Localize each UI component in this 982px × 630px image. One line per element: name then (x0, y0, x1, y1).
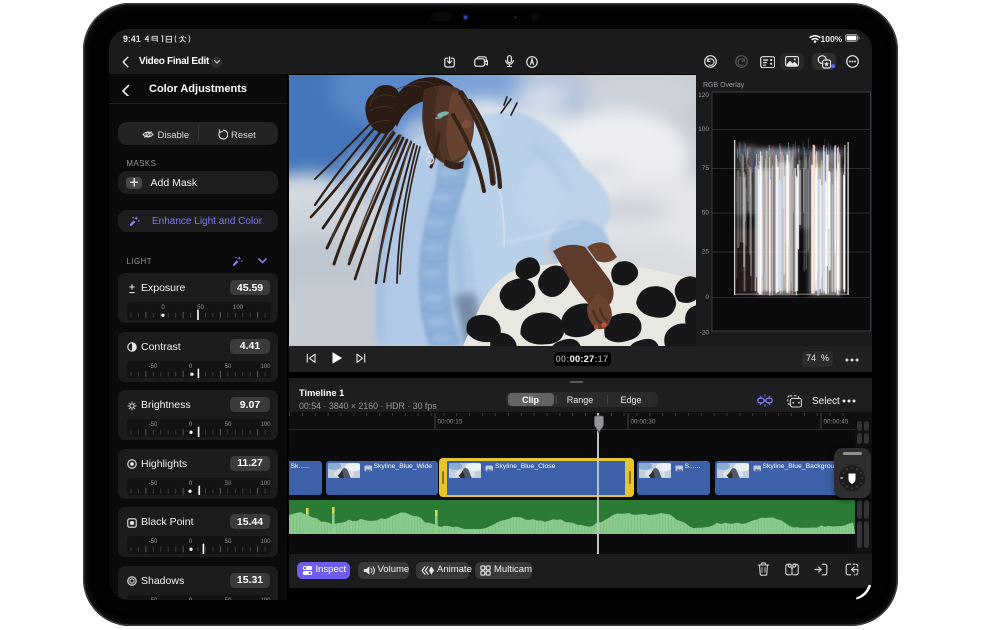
svg-text:-50: -50 (149, 422, 158, 428)
svg-text:-20: -20 (700, 330, 710, 337)
svg-text:00:00:45: 00:00:45 (824, 419, 849, 426)
svg-text:50: 50 (225, 422, 232, 428)
svg-text:50: 50 (225, 539, 232, 545)
svg-text:0: 0 (189, 422, 193, 428)
svg-text:0: 0 (161, 305, 165, 311)
svg-text:50: 50 (702, 210, 710, 217)
svg-text:0: 0 (189, 539, 193, 545)
svg-text:0: 0 (189, 481, 193, 487)
svg-text:50: 50 (225, 481, 232, 487)
svg-text:100: 100 (233, 305, 244, 311)
svg-text:50: 50 (225, 364, 232, 370)
svg-text:100: 100 (260, 422, 270, 428)
svg-text:100: 100 (260, 598, 270, 601)
svg-text:100: 100 (698, 126, 709, 133)
svg-text:-50: -50 (149, 539, 158, 545)
svg-text:RGB Overlay: RGB Overlay (703, 82, 745, 89)
svg-text:25: 25 (702, 249, 710, 256)
svg-text:00:00:30: 00:00:30 (631, 419, 656, 426)
svg-text:120: 120 (698, 92, 709, 99)
svg-text:-50: -50 (149, 598, 158, 601)
svg-text:0: 0 (189, 598, 193, 601)
svg-text:100: 100 (260, 481, 270, 487)
svg-text:-50: -50 (149, 481, 158, 487)
svg-text:75: 75 (702, 165, 710, 172)
svg-text:-50: -50 (149, 364, 158, 370)
svg-text:0: 0 (705, 294, 709, 301)
svg-text:100: 100 (260, 364, 270, 370)
svg-text:00:00:15: 00:00:15 (438, 419, 463, 426)
svg-text:100: 100 (260, 539, 270, 545)
svg-text:50: 50 (225, 598, 232, 601)
svg-text:0: 0 (189, 364, 193, 370)
